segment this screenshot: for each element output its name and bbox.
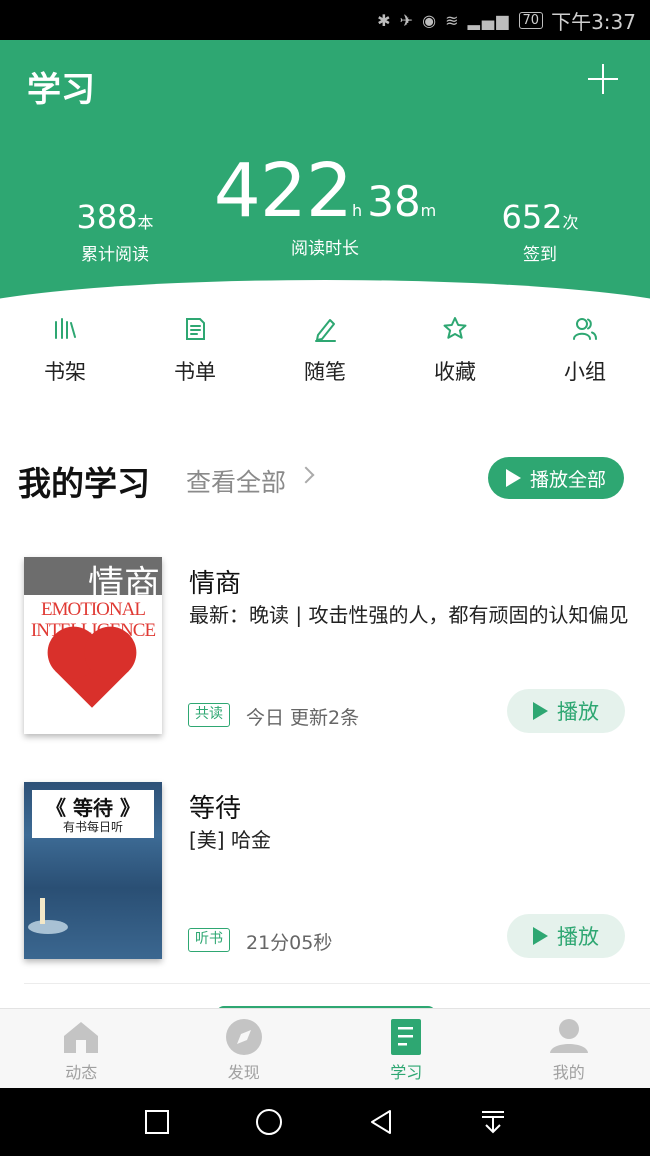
quick-groups-label: 小组 [564, 360, 606, 384]
quick-booklist[interactable]: 书单 [130, 310, 260, 400]
star-icon [443, 317, 467, 339]
book-title[interactable]: 情商 [189, 563, 241, 600]
reading-hours: 422 [213, 148, 353, 234]
section-title: 我的学习 [18, 464, 150, 503]
stat-books-read: 388本 累计阅读 [60, 198, 170, 265]
profile-icon [549, 1019, 588, 1053]
pen-icon [315, 319, 336, 342]
cover-figure [40, 898, 45, 924]
system-nav-bar [0, 1088, 650, 1156]
quick-notes-label: 随笔 [304, 360, 346, 384]
recent-apps-icon[interactable] [143, 1108, 171, 1136]
compass-icon [225, 1019, 262, 1055]
quick-groups[interactable]: 小组 [520, 310, 650, 400]
tab-feed-label: 动态 [65, 1063, 98, 1082]
back-icon[interactable] [367, 1108, 395, 1136]
status-icons: ✱ ✈ ◉ ≋ ▂▄▆ [377, 10, 511, 30]
reading-time-label: 阅读时长 [291, 239, 359, 259]
play-all-button[interactable]: 播放全部 [488, 457, 624, 499]
page-title: 学习 [27, 70, 95, 110]
type-tag: 听书 [188, 928, 230, 952]
battery-indicator: 70 [518, 11, 544, 29]
list-divider [24, 983, 650, 984]
study-card[interactable]: 《 等待 》 有书每日听 等待 [美] 哈金 听书 21分05秒 播放 [0, 780, 650, 980]
book-description: 最新：晚读 | 攻击性强的人，都有顽固的认知偏见 [189, 603, 629, 627]
play-all-label: 播放全部 [529, 468, 606, 491]
checkin-label: 签到 [523, 245, 557, 265]
bookshelf-icon [55, 318, 76, 339]
books-count: 388 [76, 198, 138, 236]
cover-title: 《 等待 》 [46, 796, 140, 820]
study-icon [391, 1019, 422, 1055]
booklist-icon [186, 318, 205, 340]
books-unit: 本 [137, 213, 154, 232]
checkin-count: 652 [501, 198, 563, 236]
book-author: [美] 哈金 [189, 828, 271, 852]
tab-profile-label: 我的 [552, 1063, 585, 1082]
checkin-unit: 次 [562, 213, 579, 232]
cover-rock [28, 920, 68, 934]
study-header: 学习 388本 累计阅读 422h 38m 阅读时长 652次 签到 [0, 40, 650, 305]
status-time: 下午3:37 [551, 9, 636, 34]
tab-study[interactable]: 学习 [325, 1009, 488, 1088]
play-button[interactable]: 播放 [507, 914, 625, 958]
cover-title-panel: 《 等待 》 有书每日听 [32, 790, 154, 838]
quick-favorites-label: 收藏 [434, 360, 476, 384]
quick-favorites[interactable]: 收藏 [390, 310, 520, 400]
view-all-link[interactable]: 查看全部 [186, 463, 286, 499]
add-plus-icon[interactable] [588, 64, 618, 94]
play-label: 播放 [557, 700, 599, 724]
status-bar: ✱ ✈ ◉ ≋ ▂▄▆ 70 下午3:37 [0, 0, 650, 40]
tab-discover[interactable]: 发现 [163, 1009, 326, 1088]
stat-checkin: 652次 签到 [490, 198, 590, 265]
hours-unit: h [351, 201, 363, 220]
tab-feed[interactable]: 动态 [0, 1009, 163, 1088]
quick-bookshelf-label: 书架 [44, 360, 86, 384]
notification-pull-icon[interactable] [479, 1108, 507, 1136]
play-label: 播放 [557, 925, 599, 949]
book-title[interactable]: 等待 [189, 788, 241, 825]
duration-meta: 21分05秒 [246, 932, 333, 954]
cover-subtitle: 有书每日听 [62, 820, 123, 834]
play-icon [505, 469, 521, 487]
chevron-right-icon[interactable] [297, 466, 315, 484]
my-study-section-header: 我的学习 查看全部 播放全部 [18, 455, 628, 505]
header-curve [0, 280, 650, 305]
tab-discover-label: 发现 [227, 1063, 260, 1082]
quick-bookshelf[interactable]: 书架 [0, 310, 130, 400]
home-button-icon[interactable] [255, 1108, 283, 1136]
minutes-unit: m [420, 201, 437, 220]
book-cover[interactable]: 情商 EMOTIONAL INTELLIGENCE [24, 557, 162, 734]
home-icon [64, 1022, 99, 1053]
reading-minutes: 38 [367, 177, 421, 226]
quick-notes[interactable]: 随笔 [260, 310, 390, 400]
heart-illustration [55, 634, 129, 708]
tab-profile[interactable]: 我的 [488, 1009, 650, 1088]
play-button[interactable]: 播放 [507, 689, 625, 733]
stat-reading-time: 422h 38m 阅读时长 [200, 148, 450, 259]
quick-actions: 书架 书单 随笔 收藏 小组 [0, 310, 650, 400]
play-icon [533, 927, 548, 945]
play-icon [533, 702, 548, 720]
tab-study-label: 学习 [390, 1063, 423, 1082]
book-cover[interactable]: 《 等待 》 有书每日听 [24, 782, 162, 959]
study-card[interactable]: 情商 EMOTIONAL INTELLIGENCE 情商 最新：晚读 | 攻击性… [0, 555, 650, 755]
update-meta: 今日 更新2条 [246, 707, 360, 729]
books-label: 累计阅读 [81, 245, 149, 265]
bottom-tab-bar: 动态 发现 学习 我的 [0, 1008, 650, 1088]
type-tag: 共读 [188, 703, 230, 727]
quick-booklist-label: 书单 [174, 360, 216, 384]
group-icon [573, 318, 597, 340]
